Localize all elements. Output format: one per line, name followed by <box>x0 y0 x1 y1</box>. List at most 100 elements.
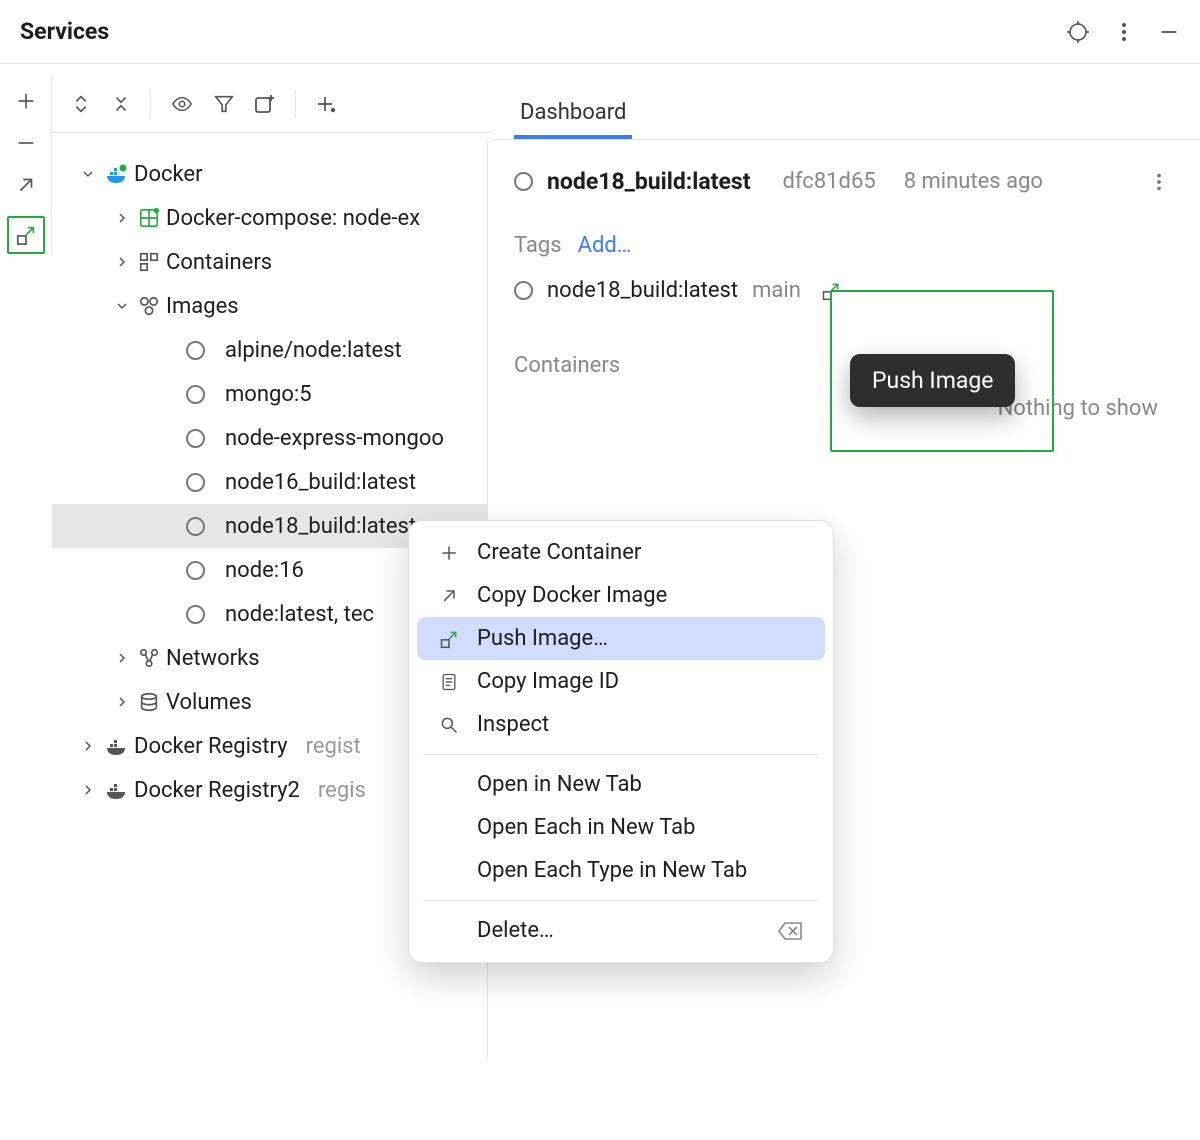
tree-label: mongo:5 <box>225 382 312 407</box>
status-circle-icon <box>514 172 533 191</box>
tree-label: Docker Registry2 <box>134 778 300 803</box>
minimize-icon[interactable] <box>1158 21 1180 43</box>
tree-label: Docker <box>134 162 203 187</box>
tree-toolbar <box>52 76 492 133</box>
collapse-all-icon[interactable] <box>110 93 132 115</box>
expand-collapse-icon[interactable] <box>70 93 92 115</box>
tree-label: Docker Registry <box>134 734 288 759</box>
eye-icon[interactable] <box>169 93 195 115</box>
tree-label: node-express-mongoo <box>225 426 444 451</box>
tree-image-item[interactable]: mongo:5 <box>52 372 487 416</box>
tree-label: node18_build:latest <box>225 514 416 539</box>
header-actions <box>1066 20 1180 44</box>
chevron-right-icon[interactable] <box>80 782 98 798</box>
chevron-right-icon[interactable] <box>114 650 132 666</box>
tree-label: Volumes <box>166 690 252 715</box>
menu-create-container[interactable]: Create Container <box>417 531 825 574</box>
add-icon[interactable] <box>15 90 37 112</box>
menu-label: Open Each Type in New Tab <box>477 858 747 883</box>
section-label: Containers <box>514 353 620 378</box>
status-circle-icon <box>186 341 205 360</box>
filter-icon[interactable] <box>213 93 235 115</box>
image-header: node18_build:latest dfc81d65 8 minutes a… <box>514 158 1176 205</box>
docker-icon <box>104 162 128 186</box>
menu-inspect[interactable]: Inspect <box>417 703 825 746</box>
arrow-up-right-icon <box>439 586 463 606</box>
remove-icon[interactable] <box>15 132 37 154</box>
tree-label-suffix: regis <box>318 778 366 803</box>
push-image-rail-button[interactable] <box>7 216 45 254</box>
target-icon[interactable] <box>1066 20 1090 44</box>
compose-icon <box>138 207 160 229</box>
image-hash: dfc81d65 <box>783 169 876 194</box>
menu-open-each-new-tab[interactable]: Open Each in New Tab <box>417 806 825 849</box>
delete-shortcut-icon <box>777 921 803 941</box>
push-image-tooltip: Push Image <box>850 354 1015 407</box>
images-icon <box>138 295 160 317</box>
tab-dashboard[interactable]: Dashboard <box>514 90 632 139</box>
search-icon <box>439 715 463 735</box>
tree-node-docker[interactable]: Docker <box>52 152 487 196</box>
registry-icon <box>104 778 128 802</box>
menu-separator <box>423 754 819 755</box>
menu-push-image[interactable]: Push Image… <box>417 617 825 660</box>
tree-node-compose[interactable]: Docker-compose: node-ex <box>52 196 487 240</box>
more-vertical-icon[interactable] <box>1112 20 1136 44</box>
left-rail <box>0 76 52 254</box>
push-image-icon <box>439 629 463 649</box>
add-tab-icon[interactable] <box>314 92 338 116</box>
plus-icon <box>439 543 463 563</box>
panel-title: Services <box>20 18 109 45</box>
chevron-right-icon[interactable] <box>114 694 132 710</box>
menu-copy-docker-image[interactable]: Copy Docker Image <box>417 574 825 617</box>
arrow-up-right-icon[interactable] <box>15 174 37 196</box>
menu-copy-image-id[interactable]: Copy Image ID <box>417 660 825 703</box>
menu-label: Delete… <box>477 918 554 943</box>
tag-name: node18_build:latest <box>547 278 738 303</box>
services-header: Services <box>0 0 1200 64</box>
tree-node-images[interactable]: Images <box>52 284 487 328</box>
menu-label: Open in New Tab <box>477 772 642 797</box>
menu-delete[interactable]: Delete… <box>417 909 825 952</box>
tree-label: node:latest, tec <box>225 602 374 627</box>
menu-open-new-tab[interactable]: Open in New Tab <box>417 763 825 806</box>
more-vertical-icon[interactable] <box>1148 171 1176 193</box>
tag-suffix: main <box>752 278 801 303</box>
tree-label: node:16 <box>225 558 304 583</box>
status-circle-icon <box>514 281 533 300</box>
new-layout-icon[interactable] <box>253 92 277 116</box>
containers-icon <box>138 251 160 273</box>
tree-label: Containers <box>166 250 272 275</box>
status-circle-icon <box>186 605 205 624</box>
volumes-icon <box>138 691 160 713</box>
menu-open-each-type-new-tab[interactable]: Open Each Type in New Tab <box>417 849 825 892</box>
status-circle-icon <box>186 561 205 580</box>
chevron-right-icon[interactable] <box>80 738 98 754</box>
chevron-right-icon[interactable] <box>114 210 132 226</box>
tree-image-item[interactable]: alpine/node:latest <box>52 328 487 372</box>
networks-icon <box>138 647 160 669</box>
registry-icon <box>104 734 128 758</box>
tree-node-containers[interactable]: Containers <box>52 240 487 284</box>
chevron-down-icon[interactable] <box>80 166 98 182</box>
chevron-down-icon[interactable] <box>114 298 132 314</box>
tree-label: Images <box>166 294 239 319</box>
menu-label: Inspect <box>477 712 549 737</box>
status-circle-icon <box>186 385 205 404</box>
toolbar-divider <box>295 90 296 118</box>
menu-label: Open Each in New Tab <box>477 815 695 840</box>
menu-label: Copy Image ID <box>477 669 619 694</box>
tree-image-item[interactable]: node-express-mongoo <box>52 416 487 460</box>
add-tag-link[interactable]: Add… <box>578 233 632 258</box>
toolbar-divider <box>150 90 151 118</box>
tree-label: node16_build:latest <box>225 470 416 495</box>
tree-image-item[interactable]: node16_build:latest <box>52 460 487 504</box>
image-name: node18_build:latest <box>547 168 751 195</box>
section-label: Tags <box>514 233 562 258</box>
context-menu: Create Container Copy Docker Image Push … <box>408 520 834 963</box>
tree-label: Networks <box>166 646 260 671</box>
status-circle-icon <box>186 473 205 492</box>
tags-section: Tags Add… <box>514 205 1176 272</box>
menu-label: Create Container <box>477 540 641 565</box>
chevron-right-icon[interactable] <box>114 254 132 270</box>
